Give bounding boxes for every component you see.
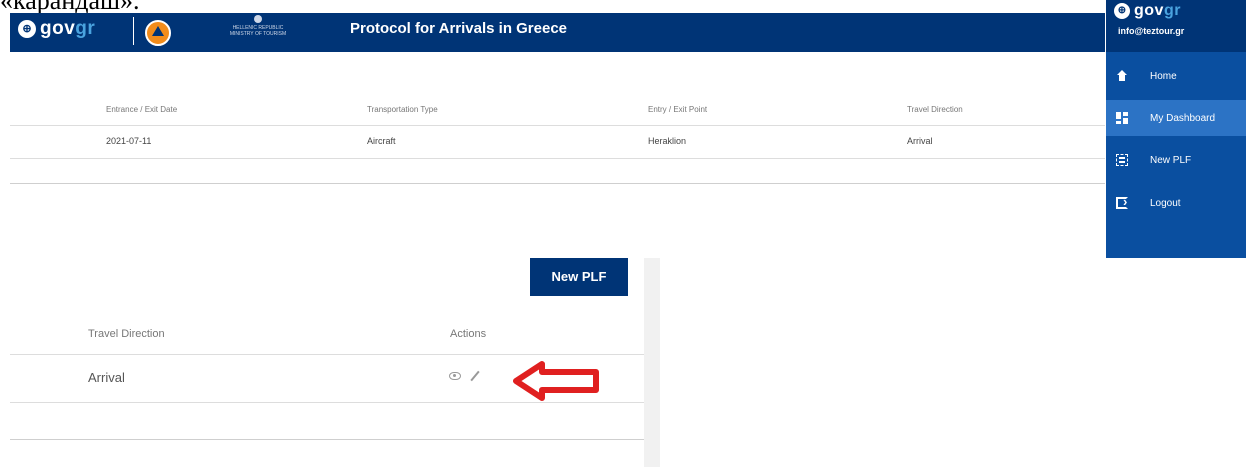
home-icon: [1116, 70, 1128, 82]
table-cell: 2021-07-11: [106, 136, 152, 146]
plf-table-top: Entrance / Exit Date Transportation Type…: [10, 95, 1105, 159]
column-header: Transportation Type: [367, 105, 438, 114]
column-header: Entry / Exit Point: [648, 105, 708, 114]
side-item-logout[interactable]: Logout: [1106, 185, 1246, 221]
greek-emblem-icon: ⊕: [18, 20, 36, 38]
user-email: info@teztour.gr: [1118, 26, 1185, 36]
table-cell: Arrival: [907, 136, 933, 146]
table-header: Entrance / Exit Date Transportation Type…: [10, 95, 1105, 126]
view-eye-icon[interactable]: [449, 372, 461, 380]
ministry-emblem-icon: [254, 15, 262, 23]
side-item-home[interactable]: Home: [1106, 58, 1246, 94]
side-item-my-dashboard[interactable]: My Dashboard: [1106, 100, 1246, 136]
table-footer-divider: [10, 183, 1105, 184]
column-header: Travel Direction: [907, 105, 963, 114]
new-plf-icon: [1116, 154, 1128, 166]
table-cell: Aircraft: [367, 136, 396, 146]
table-footer-divider: [10, 439, 644, 440]
new-plf-button[interactable]: New PLF: [530, 258, 628, 296]
civil-protection-logo-icon: [145, 20, 171, 46]
table-row[interactable]: 2021-07-11 Aircraft Heraklion Arrival: [10, 126, 1105, 159]
govgr-logo[interactable]: ⊕ govgr: [18, 18, 95, 40]
table-cell: Heraklion: [648, 136, 687, 146]
app-header: ⊕ govgr HELLENIC REPUBLIC MINISTRY OF TO…: [10, 13, 1105, 52]
table-header: Travel Direction Actions: [10, 320, 644, 355]
page-title: Protocol for Arrivals in Greece: [350, 20, 568, 37]
travel-direction-cell: Arrival: [88, 370, 125, 385]
panel-edge: [644, 258, 660, 467]
dashboard-icon: [1116, 112, 1128, 124]
logout-icon: [1116, 194, 1128, 209]
side-menu: ⊕ govgr info@teztour.gr Home My Dashboar…: [1106, 0, 1246, 258]
side-govgr-logo: ⊕ govgr: [1114, 2, 1181, 20]
side-item-new-plf[interactable]: New PLF: [1106, 142, 1246, 178]
logo-divider: [133, 17, 134, 45]
side-menu-header: ⊕ govgr info@teztour.gr: [1106, 0, 1246, 52]
column-header-actions: Actions: [450, 328, 487, 340]
column-header: Entrance / Exit Date: [106, 105, 178, 114]
zoomed-table-panel: New PLF Travel Direction Actions Arrival: [0, 258, 660, 467]
ministry-logo: HELLENIC REPUBLIC MINISTRY OF TOURISM: [228, 15, 288, 37]
greek-emblem-icon: ⊕: [1114, 3, 1130, 19]
red-arrow-annotation-icon: [513, 361, 599, 401]
column-header-travel-direction: Travel Direction: [88, 328, 165, 340]
